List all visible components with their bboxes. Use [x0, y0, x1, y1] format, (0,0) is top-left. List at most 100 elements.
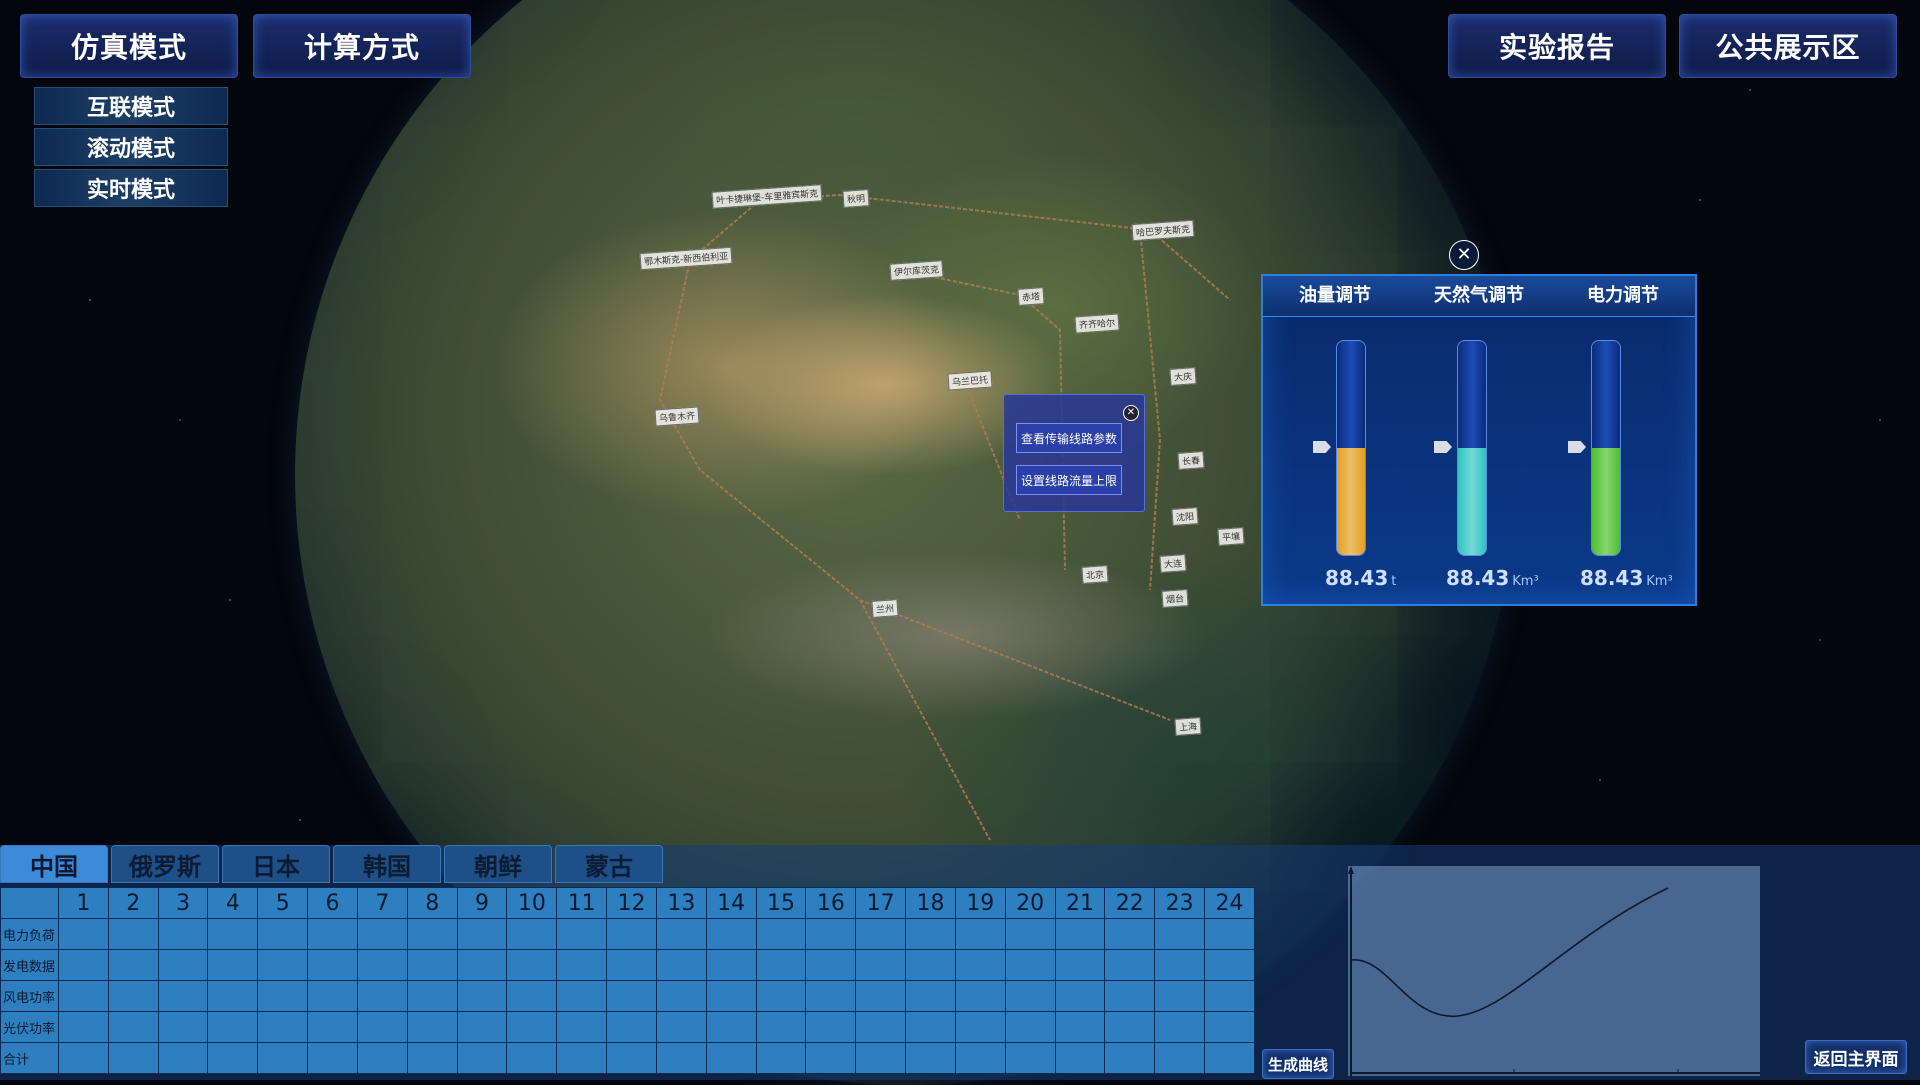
data-cell[interactable]: [1154, 949, 1206, 981]
data-cell[interactable]: [58, 918, 109, 950]
data-cell[interactable]: [655, 1042, 707, 1074]
data-cell[interactable]: [805, 949, 857, 981]
data-cell[interactable]: [406, 1011, 458, 1043]
data-cell[interactable]: [107, 1011, 159, 1043]
data-cell[interactable]: [307, 949, 358, 981]
data-cell[interactable]: [1054, 980, 1106, 1012]
set-line-limit-button[interactable]: 设置线路流量上限: [1016, 465, 1122, 495]
generate-curve-button[interactable]: 生成曲线: [1262, 1049, 1334, 1079]
data-cell[interactable]: [855, 949, 907, 981]
map-label[interactable]: 长春: [1177, 451, 1205, 470]
map-label[interactable]: 烟台: [1161, 589, 1189, 608]
data-cell[interactable]: [1154, 918, 1206, 950]
tab-north-korea[interactable]: 朝鲜: [444, 845, 552, 883]
map-label[interactable]: 大庆: [1169, 367, 1197, 386]
data-cell[interactable]: [905, 1011, 956, 1043]
data-cell[interactable]: [1004, 949, 1056, 981]
data-cell[interactable]: [406, 918, 458, 950]
data-cell[interactable]: [1154, 1042, 1206, 1074]
map-label[interactable]: 沈阳: [1171, 507, 1199, 526]
data-cell[interactable]: [1104, 980, 1156, 1012]
tab-mongolia[interactable]: 蒙古: [555, 845, 663, 883]
data-cell[interactable]: [855, 1011, 907, 1043]
data-cell[interactable]: [855, 980, 907, 1012]
data-cell[interactable]: [805, 918, 857, 950]
data-cell[interactable]: [307, 1011, 358, 1043]
data-cell[interactable]: [356, 980, 408, 1012]
data-cell[interactable]: [1004, 1042, 1056, 1074]
data-cell[interactable]: [1004, 1011, 1056, 1043]
data-cell[interactable]: [655, 949, 707, 981]
data-cell[interactable]: [1204, 918, 1255, 950]
data-cell[interactable]: [855, 1042, 907, 1074]
data-cell[interactable]: [207, 949, 259, 981]
data-cell[interactable]: [606, 980, 657, 1012]
data-cell[interactable]: [406, 949, 458, 981]
data-cell[interactable]: [207, 918, 259, 950]
data-cell[interactable]: [1154, 980, 1206, 1012]
data-cell[interactable]: [805, 980, 857, 1012]
data-cell[interactable]: [954, 1042, 1006, 1074]
data-cell[interactable]: [58, 949, 109, 981]
data-cell[interactable]: [905, 1042, 956, 1074]
data-cell[interactable]: [157, 918, 209, 950]
calculation-method-button[interactable]: 计算方式: [253, 14, 471, 78]
data-cell[interactable]: [1204, 980, 1255, 1012]
power-slider-handle[interactable]: [1568, 441, 1586, 453]
data-cell[interactable]: [1154, 1011, 1206, 1043]
data-cell[interactable]: [157, 1042, 209, 1074]
data-cell[interactable]: [606, 949, 657, 981]
map-label[interactable]: 赤塔: [1017, 287, 1045, 306]
data-cell[interactable]: [954, 918, 1006, 950]
map-label[interactable]: 上海: [1174, 717, 1202, 736]
data-cell[interactable]: [1104, 1011, 1156, 1043]
oil-gauge[interactable]: [1336, 340, 1366, 556]
data-cell[interactable]: [157, 980, 209, 1012]
map-label[interactable]: 兰州: [871, 599, 899, 618]
data-cell[interactable]: [1054, 1011, 1106, 1043]
data-cell[interactable]: [705, 918, 757, 950]
gas-gauge[interactable]: [1457, 340, 1487, 556]
map-label[interactable]: 乌兰巴托: [947, 370, 993, 391]
realtime-mode-button[interactable]: 实时模式: [34, 169, 228, 207]
tab-russia[interactable]: 俄罗斯: [111, 845, 219, 883]
data-cell[interactable]: [257, 1011, 309, 1043]
data-cell[interactable]: [905, 980, 956, 1012]
data-cell[interactable]: [954, 1011, 1006, 1043]
data-cell[interactable]: [1054, 918, 1106, 950]
data-cell[interactable]: [954, 949, 1006, 981]
oil-slider-handle[interactable]: [1313, 441, 1331, 453]
data-cell[interactable]: [1104, 1042, 1156, 1074]
data-cell[interactable]: [257, 949, 309, 981]
data-cell[interactable]: [855, 918, 907, 950]
map-label[interactable]: 秋明: [842, 189, 870, 208]
data-cell[interactable]: [506, 1011, 558, 1043]
view-line-params-button[interactable]: 查看传输线路参数: [1016, 423, 1122, 453]
data-cell[interactable]: [356, 1042, 408, 1074]
data-cell[interactable]: [1054, 949, 1106, 981]
data-cell[interactable]: [705, 980, 757, 1012]
tab-china[interactable]: 中国: [0, 845, 108, 883]
data-cell[interactable]: [556, 1042, 608, 1074]
data-cell[interactable]: [755, 1011, 807, 1043]
data-cell[interactable]: [705, 949, 757, 981]
data-cell[interactable]: [456, 1042, 508, 1074]
data-cell[interactable]: [58, 1042, 109, 1074]
data-cell[interactable]: [655, 980, 707, 1012]
data-cell[interactable]: [954, 980, 1006, 1012]
data-cell[interactable]: [556, 1011, 608, 1043]
data-cell[interactable]: [556, 918, 608, 950]
data-cell[interactable]: [107, 980, 159, 1012]
data-cell[interactable]: [905, 949, 956, 981]
power-adjust-tab[interactable]: 电力调节: [1551, 276, 1695, 316]
data-cell[interactable]: [107, 918, 159, 950]
data-cell[interactable]: [506, 949, 558, 981]
data-cell[interactable]: [107, 949, 159, 981]
experiment-report-button[interactable]: 实验报告: [1448, 14, 1666, 78]
data-cell[interactable]: [705, 1042, 757, 1074]
map-label[interactable]: 乌鲁木齐: [654, 406, 700, 427]
data-cell[interactable]: [207, 1011, 259, 1043]
data-cell[interactable]: [356, 1011, 408, 1043]
data-cell[interactable]: [556, 949, 608, 981]
data-cell[interactable]: [1004, 918, 1056, 950]
